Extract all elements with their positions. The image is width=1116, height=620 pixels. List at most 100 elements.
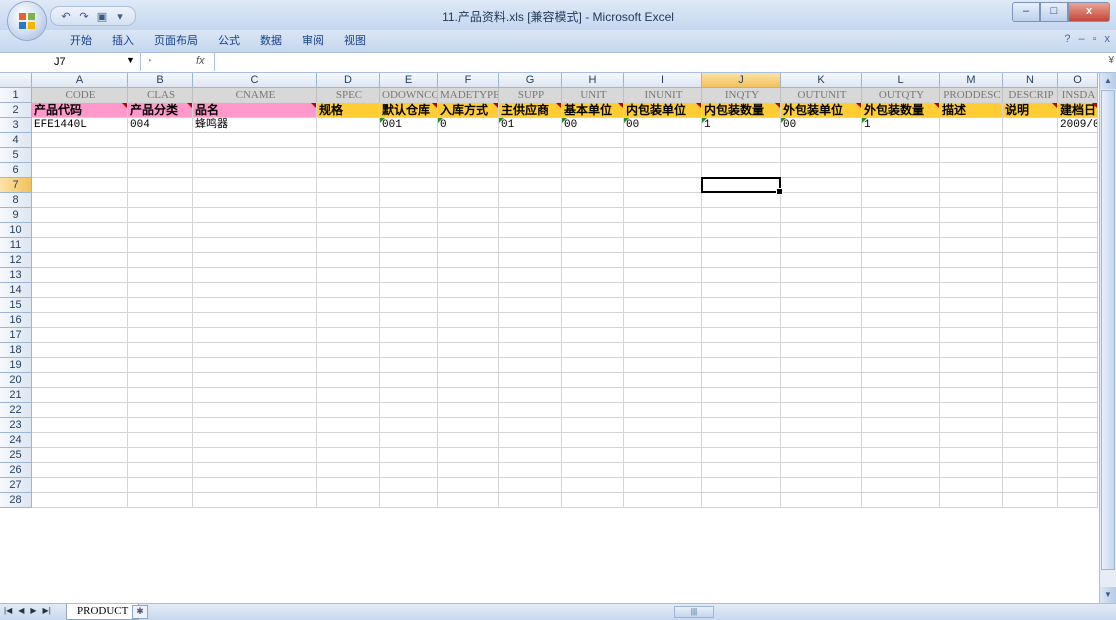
cell[interactable]: [624, 478, 702, 493]
cell[interactable]: SUPP: [499, 88, 562, 103]
cell[interactable]: [940, 253, 1003, 268]
cell[interactable]: [317, 418, 380, 433]
cell[interactable]: [1003, 343, 1058, 358]
cell[interactable]: [940, 343, 1003, 358]
last-sheet-icon[interactable]: ▶|: [43, 606, 51, 615]
cell[interactable]: [380, 448, 438, 463]
cell[interactable]: [624, 463, 702, 478]
cell[interactable]: [940, 493, 1003, 508]
cell[interactable]: [862, 418, 940, 433]
cell[interactable]: [624, 163, 702, 178]
cell[interactable]: [781, 313, 862, 328]
cell[interactable]: [499, 133, 562, 148]
cell[interactable]: 0: [438, 118, 499, 133]
cell[interactable]: [380, 223, 438, 238]
cell[interactable]: [499, 388, 562, 403]
cell[interactable]: OUTUNIT: [781, 88, 862, 103]
cell[interactable]: [862, 163, 940, 178]
cell[interactable]: [624, 313, 702, 328]
cell[interactable]: [32, 358, 128, 373]
cell[interactable]: [32, 298, 128, 313]
cell[interactable]: [1003, 253, 1058, 268]
cell[interactable]: [562, 478, 624, 493]
cell[interactable]: [940, 478, 1003, 493]
cell[interactable]: [317, 493, 380, 508]
column-header[interactable]: G: [499, 73, 562, 88]
cell[interactable]: [940, 298, 1003, 313]
cell[interactable]: [438, 133, 499, 148]
cell[interactable]: [499, 283, 562, 298]
cell[interactable]: [781, 178, 862, 193]
cell[interactable]: [1003, 268, 1058, 283]
cell[interactable]: [781, 388, 862, 403]
cell[interactable]: [32, 403, 128, 418]
cell[interactable]: 001: [380, 118, 438, 133]
cell[interactable]: UNIT: [562, 88, 624, 103]
cell[interactable]: [1003, 238, 1058, 253]
cell[interactable]: 说明: [1003, 103, 1058, 118]
column-header[interactable]: O: [1058, 73, 1098, 88]
cell[interactable]: [862, 403, 940, 418]
cell[interactable]: [624, 178, 702, 193]
cell[interactable]: [438, 373, 499, 388]
cell[interactable]: [380, 283, 438, 298]
cell[interactable]: [1003, 463, 1058, 478]
cell[interactable]: [1003, 163, 1058, 178]
cell[interactable]: [940, 178, 1003, 193]
cell[interactable]: [702, 298, 781, 313]
cell[interactable]: [317, 403, 380, 418]
cell[interactable]: [1003, 478, 1058, 493]
cell[interactable]: [380, 478, 438, 493]
cell[interactable]: [317, 238, 380, 253]
column-header[interactable]: E: [380, 73, 438, 88]
cell[interactable]: [32, 148, 128, 163]
cell[interactable]: [1058, 463, 1098, 478]
insert-sheet-icon[interactable]: ✱: [132, 605, 148, 619]
cell[interactable]: [862, 223, 940, 238]
cell[interactable]: [499, 268, 562, 283]
cell[interactable]: [781, 433, 862, 448]
cell[interactable]: [702, 478, 781, 493]
cell[interactable]: [317, 478, 380, 493]
cell[interactable]: INQTY: [702, 88, 781, 103]
cell[interactable]: [1003, 178, 1058, 193]
cell[interactable]: [562, 133, 624, 148]
cell[interactable]: [862, 298, 940, 313]
cell[interactable]: [499, 298, 562, 313]
column-header[interactable]: B: [128, 73, 193, 88]
cell[interactable]: [380, 388, 438, 403]
cell[interactable]: [438, 313, 499, 328]
cell[interactable]: [624, 238, 702, 253]
cell[interactable]: [562, 223, 624, 238]
row-header[interactable]: 27: [0, 478, 32, 493]
worksheet-grid[interactable]: ABCDEFGHIJKLMNO1CODECLASCNAMESPECODOWNCO…: [0, 73, 1100, 603]
row-header[interactable]: 23: [0, 418, 32, 433]
active-cell-selection[interactable]: [701, 177, 783, 195]
cell[interactable]: 00: [624, 118, 702, 133]
cell[interactable]: [624, 298, 702, 313]
cell[interactable]: [1003, 208, 1058, 223]
cell[interactable]: [317, 223, 380, 238]
cell[interactable]: [1003, 403, 1058, 418]
cell[interactable]: [438, 268, 499, 283]
cell[interactable]: [702, 133, 781, 148]
row-header[interactable]: 10: [0, 223, 32, 238]
redo-icon[interactable]: ↷: [77, 10, 91, 23]
cell[interactable]: [1058, 343, 1098, 358]
row-header[interactable]: 18: [0, 343, 32, 358]
cell[interactable]: [862, 388, 940, 403]
cell[interactable]: 01: [499, 118, 562, 133]
cell[interactable]: [862, 178, 940, 193]
formula-cancel-icon[interactable]: ◔: [146, 56, 152, 67]
cell[interactable]: [862, 373, 940, 388]
cell[interactable]: [193, 268, 317, 283]
cell[interactable]: [317, 268, 380, 283]
cell[interactable]: [862, 208, 940, 223]
cell[interactable]: [1058, 133, 1098, 148]
cell[interactable]: [128, 343, 193, 358]
cell[interactable]: [624, 283, 702, 298]
cell[interactable]: [128, 373, 193, 388]
cell[interactable]: [32, 223, 128, 238]
cell[interactable]: [128, 388, 193, 403]
cell[interactable]: [1003, 118, 1058, 133]
